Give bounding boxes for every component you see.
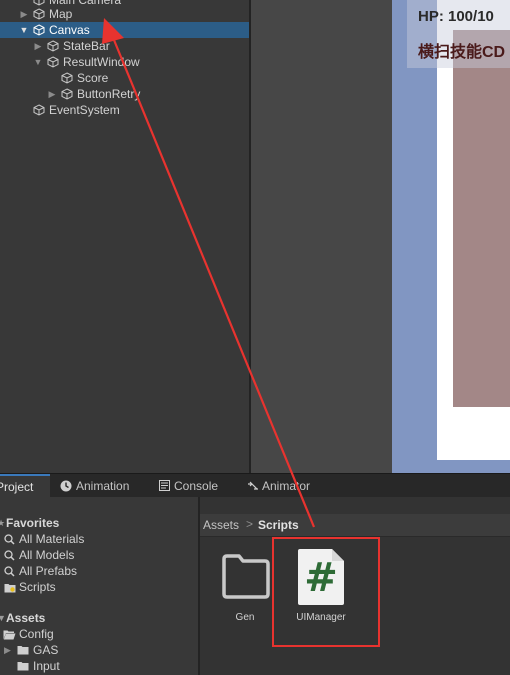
game-result-window bbox=[453, 30, 510, 407]
collapse-arrow-icon[interactable]: ▼ bbox=[19, 22, 29, 38]
expand-arrow-icon[interactable]: ▶ bbox=[47, 86, 57, 102]
search-icon bbox=[4, 550, 15, 561]
bottom-tab-bar: Project Animation Console Animator bbox=[0, 473, 510, 498]
asset-folder-gas[interactable]: ▶ GAS bbox=[0, 642, 198, 658]
tab-label: Animation bbox=[76, 479, 130, 493]
favorites-header[interactable]: ★ Favorites bbox=[0, 515, 198, 531]
tab-animation[interactable]: Animation bbox=[58, 474, 150, 498]
gameobject-cube-icon bbox=[33, 24, 45, 36]
breadcrumb: Assets > Scripts bbox=[200, 514, 510, 537]
tab-console[interactable]: Console bbox=[157, 474, 237, 498]
hierarchy-item-canvas[interactable]: ▼ Canvas bbox=[0, 22, 249, 38]
asset-label: UIManager bbox=[296, 612, 346, 623]
animator-icon bbox=[248, 481, 258, 490]
scene-view-background bbox=[251, 0, 392, 473]
folder-icon bbox=[17, 646, 29, 655]
tab-label: Project bbox=[0, 480, 34, 494]
asset-folder-config[interactable]: Config bbox=[0, 626, 198, 642]
clock-icon bbox=[60, 480, 72, 492]
collapse-arrow-icon[interactable]: ▼ bbox=[33, 54, 43, 70]
search-icon bbox=[4, 566, 15, 577]
console-icon bbox=[159, 480, 170, 491]
project-sidebar: ★ Favorites All Materials All Models All… bbox=[0, 497, 198, 675]
folder-icon bbox=[222, 554, 270, 599]
gameobject-cube-icon bbox=[61, 88, 73, 100]
hierarchy-item-buttonretry[interactable]: ▶ ButtonRetry bbox=[0, 86, 249, 102]
breadcrumb-assets[interactable]: Assets bbox=[203, 518, 239, 532]
hierarchy-item-map[interactable]: ▶ Map bbox=[0, 6, 249, 22]
hp-text: HP: 100/10 bbox=[418, 8, 494, 25]
folder-icon bbox=[17, 662, 29, 671]
favorite-item-all-models[interactable]: All Models bbox=[0, 547, 198, 563]
hierarchy-item-label: StateBar bbox=[63, 39, 110, 53]
skill-cooldown-text: 横扫技能CD bbox=[418, 44, 506, 61]
expand-arrow-icon[interactable]: ▶ bbox=[4, 642, 11, 658]
asset-tile-uimanager-script[interactable]: # UIManager bbox=[284, 548, 358, 628]
gameobject-cube-icon bbox=[61, 72, 73, 84]
tab-animator[interactable]: Animator bbox=[246, 474, 326, 498]
hierarchy-item-score[interactable]: Score bbox=[0, 70, 249, 86]
favorite-item-all-materials[interactable]: All Materials bbox=[0, 531, 198, 547]
hierarchy-item-label: ButtonRetry bbox=[77, 87, 141, 101]
hierarchy-item-eventsystem[interactable]: EventSystem bbox=[0, 102, 249, 118]
breadcrumb-scripts[interactable]: Scripts bbox=[258, 518, 299, 532]
hierarchy-item-resultwindow[interactable]: ▼ ResultWindow bbox=[0, 54, 249, 70]
folder-open-icon bbox=[3, 630, 16, 640]
hierarchy-panel: Main Camera ▶ Map ▼ Canvas ▶ StateBar ▼ … bbox=[0, 0, 249, 473]
favorite-item-all-prefabs[interactable]: All Prefabs bbox=[0, 563, 198, 579]
hierarchy-item-label: Map bbox=[49, 7, 73, 21]
folder-star-icon bbox=[4, 584, 16, 593]
gameobject-cube-icon bbox=[47, 56, 59, 68]
script-glyph: # bbox=[304, 555, 338, 601]
asset-tile-gen-folder[interactable]: Gen bbox=[216, 553, 274, 628]
breadcrumb-separator: > bbox=[246, 517, 254, 531]
hierarchy-item-label: ResultWindow bbox=[63, 55, 140, 69]
collapse-arrow-icon[interactable]: ★ bbox=[0, 515, 5, 531]
tab-label: Animator bbox=[262, 479, 311, 493]
gameobject-cube-icon bbox=[33, 8, 45, 20]
asset-folder-input[interactable]: Input bbox=[0, 658, 198, 674]
search-icon bbox=[4, 534, 15, 545]
asset-label: Gen bbox=[235, 612, 255, 623]
favorite-item-scripts[interactable]: Scripts bbox=[0, 579, 198, 595]
gameobject-cube-icon bbox=[47, 40, 59, 52]
tab-label: Console bbox=[174, 479, 219, 493]
gameobject-cube-icon bbox=[33, 104, 45, 116]
hierarchy-item-label: Canvas bbox=[49, 23, 90, 37]
expand-arrow-icon[interactable]: ▶ bbox=[19, 6, 29, 22]
hierarchy-item-statebar[interactable]: ▶ StateBar bbox=[0, 38, 249, 54]
hierarchy-item-label: Score bbox=[77, 71, 109, 85]
expand-arrow-icon[interactable]: ▶ bbox=[33, 38, 43, 54]
tab-project[interactable]: Project bbox=[0, 474, 50, 498]
hierarchy-item-label: EventSystem bbox=[49, 103, 120, 117]
assets-header[interactable]: ▼ Assets bbox=[0, 610, 198, 626]
